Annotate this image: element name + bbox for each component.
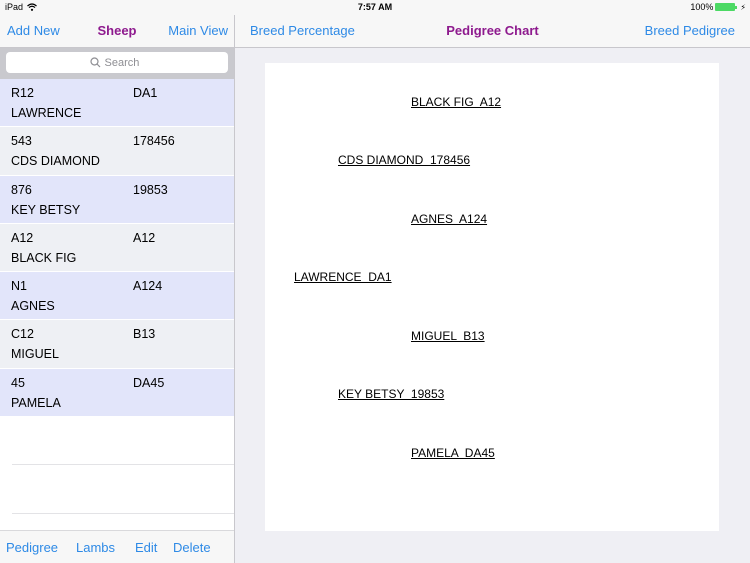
status-time: 7:57 AM [357,2,393,12]
battery-icon [715,3,738,11]
pedigree-chart: BLACK FIG A12 CDS DIAMOND 178456 AGNES A… [265,63,719,531]
sheep-row[interactable]: 45 DA45 PAMELA [0,368,234,418]
left-toolbar: Pedigree Lambs Edit Delete [0,530,234,563]
sheep-tag: 543 [11,134,32,149]
sheep-row[interactable]: C12 B13 MIGUEL [0,320,234,369]
battery-percent: 100% [690,2,714,12]
pedigree-button[interactable]: Pedigree [6,540,58,555]
pedigree-dam-sire[interactable]: MIGUEL B13 [411,329,485,343]
right-navigation-bar: Breed Percentage Pedigree Chart Breed Pe… [235,15,750,48]
search-input[interactable] [104,56,145,69]
sheep-registration: A124 [133,279,163,294]
empty-list-row [12,417,234,466]
status-bar: iPad 7:57 AM 100% ⚡ [0,0,750,15]
sheep-registration: DA45 [133,375,165,390]
sheep-tag: C12 [11,327,34,342]
pedigree-sire-sire[interactable]: BLACK FIG A12 [411,95,501,109]
sheep-name: AGNES [11,299,55,314]
sheep-row[interactable]: 876 19853 KEY BETSY [0,175,234,224]
sheep-registration: 19853 [133,182,168,197]
add-new-button[interactable]: Add New [7,23,60,38]
left-navigation-bar: Add New Sheep Main View [0,15,234,48]
sheep-row[interactable]: 543 178456 CDS DIAMOND [0,127,234,176]
sheep-row[interactable]: N1 A124 AGNES [0,272,234,321]
main-view-button[interactable]: Main View [168,23,228,38]
sheep-name: MIGUEL [11,347,59,362]
sheep-registration: 178456 [133,134,175,149]
breed-percentage-button[interactable]: Breed Percentage [250,23,355,38]
sheep-registration: B13 [133,327,156,342]
search-bar [0,48,234,79]
pedigree-dam[interactable]: KEY BETSY 19853 [338,387,444,401]
delete-button[interactable]: Delete [173,540,211,555]
sheep-tag: R12 [11,86,34,100]
sheep-registration: DA1 [133,86,158,100]
sheep-tag: 45 [11,375,25,390]
edit-button[interactable]: Edit [135,540,157,555]
pedigree-subject[interactable]: LAWRENCE DA1 [294,270,392,284]
lambs-button[interactable]: Lambs [76,540,115,555]
empty-list-row [12,465,234,514]
status-right: 100% ⚡ [690,2,746,12]
sheep-name: LAWRENCE [11,106,82,120]
sheep-name: CDS DIAMOND [11,154,100,169]
sheep-list: R12 DA1 LAWRENCE 543 178456 CDS DIAMOND … [0,79,234,530]
sheep-row[interactable]: R12 DA1 LAWRENCE [0,79,234,128]
pedigree-sire-dam[interactable]: AGNES A124 [411,212,487,226]
split-view-divider [234,15,235,563]
search-field[interactable] [6,52,228,73]
sheep-name: KEY BETSY [11,202,81,217]
sheep-name: BLACK FIG [11,250,77,265]
breed-pedigree-button[interactable]: Breed Pedigree [645,23,735,38]
pedigree-sire[interactable]: CDS DIAMOND 178456 [338,153,470,167]
pedigree-dam-dam[interactable]: PAMELA DA45 [411,446,495,460]
sheep-tag: 876 [11,182,32,197]
sheep-row[interactable]: A12 A12 BLACK FIG [0,223,234,273]
sheep-name: PAMELA [11,395,61,410]
bolt-icon: ⚡ [740,2,746,12]
search-icon [89,57,100,68]
sheep-tag: N1 [11,279,27,294]
sheep-tag: A12 [11,230,34,245]
sheep-registration: A12 [133,230,156,245]
